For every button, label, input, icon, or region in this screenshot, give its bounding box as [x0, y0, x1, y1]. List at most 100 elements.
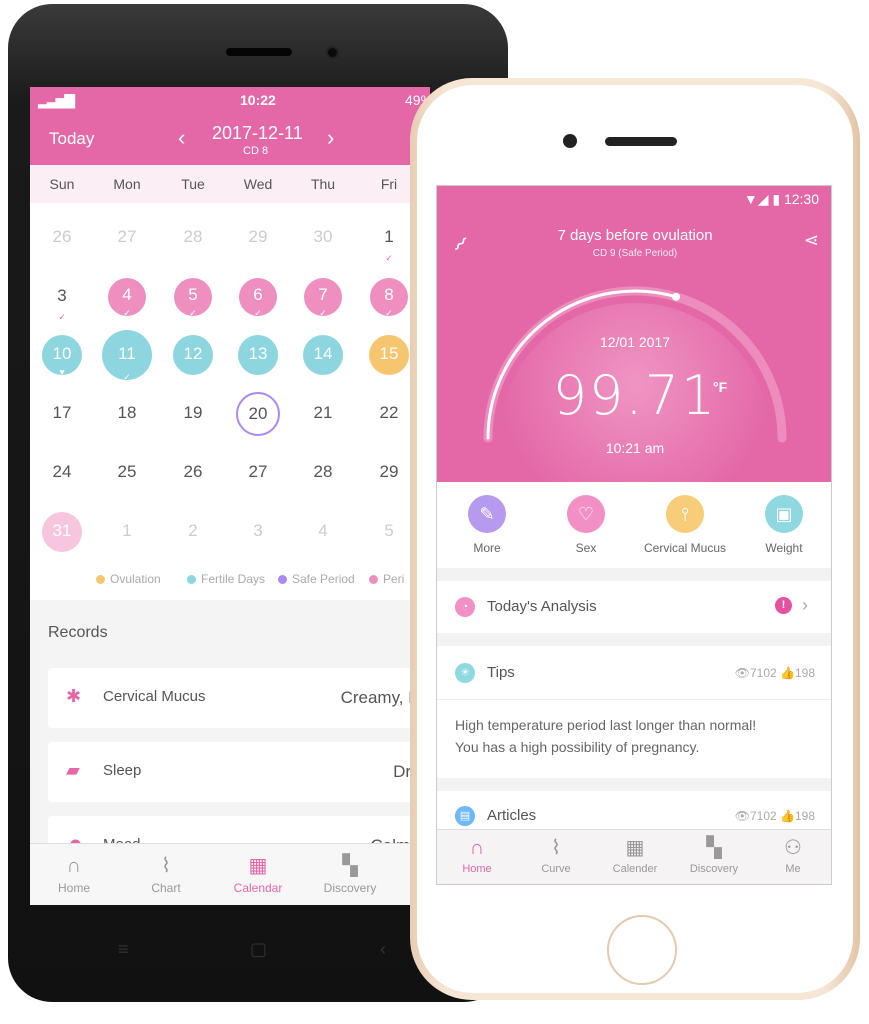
chart-icon: ⌇	[161, 855, 171, 877]
tab-discovery[interactable]: ▚ Discovery	[690, 836, 738, 875]
calendar-day[interactable]: 13	[238, 335, 278, 375]
calendar-day[interactable]: 1 ✓	[366, 215, 412, 263]
bed-icon: ▰	[66, 760, 80, 780]
tips-card[interactable]: ☀ Tips 👁7102 👍198 High temperature perio…	[437, 646, 831, 778]
cycle-day: CD 8	[243, 145, 269, 157]
calendar-day[interactable]: 8 ✓	[370, 278, 408, 318]
calendar-day[interactable]: 3 ✓	[39, 274, 85, 322]
calendar-day[interactable]: 31	[42, 512, 82, 552]
calendar-day[interactable]: 4 ✓	[108, 278, 146, 318]
quick-label: Weight	[765, 541, 803, 555]
quick-weight[interactable]: ▣ Weight	[765, 495, 803, 555]
legend-item: Safe Period	[278, 572, 355, 586]
day-number: 22	[379, 403, 399, 422]
calendar-day[interactable]: 25	[104, 450, 150, 496]
home-button[interactable]	[607, 915, 677, 985]
today-button[interactable]: Today	[49, 129, 94, 149]
splash-icon: ✱	[66, 686, 82, 706]
menu-nav-icon[interactable]: ≡	[118, 939, 129, 960]
views-count: 7102	[749, 809, 777, 823]
record-card[interactable]: ✱ Cervical Mucus Creamy, No	[48, 668, 430, 728]
calendar-day[interactable]: 7 ✓	[304, 278, 342, 318]
check-icon: ✓	[189, 308, 197, 318]
tab-me[interactable]: ⚇ Me	[784, 836, 802, 875]
quick-cervical-mucus[interactable]: ⫯ Cervical Mucus	[644, 495, 726, 555]
tab-label: Calendar	[233, 881, 283, 895]
day-number: 3	[57, 286, 67, 305]
quick-more[interactable]: ✎ More	[468, 495, 506, 555]
calendar-day[interactable]: 19	[170, 391, 216, 437]
day-number: 28	[183, 227, 203, 246]
calendar-day[interactable]: 28	[300, 450, 346, 496]
calendar-day[interactable]: 30	[300, 215, 346, 261]
note-icon: ✎	[468, 495, 506, 533]
tips-stats: 👁7102 👍198	[735, 666, 815, 680]
next-month-icon[interactable]: ›	[327, 125, 334, 151]
alert-icon: !	[775, 597, 792, 614]
likes-count: 198	[794, 809, 815, 823]
legend-item: Fertile Days	[187, 572, 265, 586]
prev-month-icon[interactable]: ‹	[178, 125, 185, 151]
calendar-day[interactable]: 2	[170, 509, 216, 555]
calendar-day[interactable]: 1	[104, 509, 150, 555]
calendar-day[interactable]: 10 ♥	[42, 335, 82, 377]
calendar-day[interactable]: 17	[39, 391, 85, 437]
tab-discovery[interactable]: ▚ Discovery	[324, 854, 377, 895]
grid-icon: ▚	[706, 837, 722, 859]
quick-sex[interactable]: ♡ Sex	[567, 495, 605, 555]
back-nav-icon[interactable]: ‹	[380, 939, 386, 960]
calendar-day[interactable]: 11 ✓	[102, 330, 152, 382]
weekday-label: Fri	[380, 176, 398, 192]
analysis-label: Today's Analysis	[487, 598, 597, 615]
calendar-day[interactable]: 27	[104, 215, 150, 261]
tab-curve[interactable]: ⌇ Curve	[541, 836, 570, 875]
calendar-day[interactable]: 22	[366, 391, 412, 437]
calendar-day[interactable]: 14	[303, 335, 343, 375]
day-number: 26	[52, 227, 72, 246]
calendar-day[interactable]: 26	[39, 215, 85, 261]
calendar-day[interactable]: 28	[170, 215, 216, 261]
calendar-day[interactable]: 20	[236, 392, 280, 436]
calendar-day[interactable]: 6 ✓	[239, 278, 277, 318]
calendar-icon: ▦	[625, 837, 645, 859]
calendar-icon: ▦	[248, 855, 268, 877]
calendar-day[interactable]: 5	[366, 509, 412, 555]
tab-chart[interactable]: ⌇ Chart	[151, 854, 180, 895]
calendar-day[interactable]: 15	[369, 335, 409, 375]
tab-calendar[interactable]: ▦ Calendar	[234, 854, 283, 895]
legend-label: Safe Period	[292, 572, 355, 586]
calendar-day[interactable]: 24	[39, 450, 85, 496]
calendar-day[interactable]: 5 ✓	[174, 278, 212, 318]
calendar-day[interactable]: 4	[300, 509, 346, 555]
home-screen: ▼◢ ▮ 12:30 ⌇ 7 days before ovulation CD …	[436, 185, 832, 885]
calendar-day[interactable]: 12	[173, 335, 213, 375]
check-icon: ✓	[319, 308, 327, 318]
calendar-day[interactable]: 3	[235, 509, 281, 555]
thumbs-up-icon: 👍	[780, 666, 795, 680]
calendar-day[interactable]: 29	[366, 450, 412, 496]
person-icon: ⚇	[784, 837, 802, 859]
views-count: 7102	[749, 666, 777, 680]
calendar-day[interactable]: 26	[170, 450, 216, 496]
calendar-day[interactable]: 29	[235, 215, 281, 261]
tab-home[interactable]: ∩ Home	[462, 836, 491, 875]
day-number: 27	[248, 462, 268, 481]
legend-label: Ovulation	[110, 572, 161, 586]
calendar-day[interactable]: 18	[104, 391, 150, 437]
day-number: 30	[313, 227, 333, 246]
articles-stats: 👁7102 👍198	[735, 809, 815, 823]
tab-label: Discovery	[689, 863, 739, 875]
calendar-day[interactable]: 21	[300, 391, 346, 437]
home-nav-icon[interactable]: ▢	[250, 939, 267, 960]
tab-calender[interactable]: ▦ Calender	[613, 836, 658, 875]
scale-icon: ▣	[765, 495, 803, 533]
todays-analysis-row[interactable]: ◔ Today's Analysis ! ›	[437, 581, 831, 633]
calendar-day[interactable]: 27	[235, 450, 281, 496]
record-label: Cervical Mucus	[103, 688, 206, 705]
legend-dot	[96, 575, 105, 584]
day-number: 4	[122, 285, 132, 304]
record-card[interactable]: ▰SleepDrea	[48, 742, 430, 802]
day-number: 18	[117, 403, 137, 422]
tab-home[interactable]: ∩ Home	[58, 854, 90, 895]
day-number: 31	[52, 521, 72, 540]
